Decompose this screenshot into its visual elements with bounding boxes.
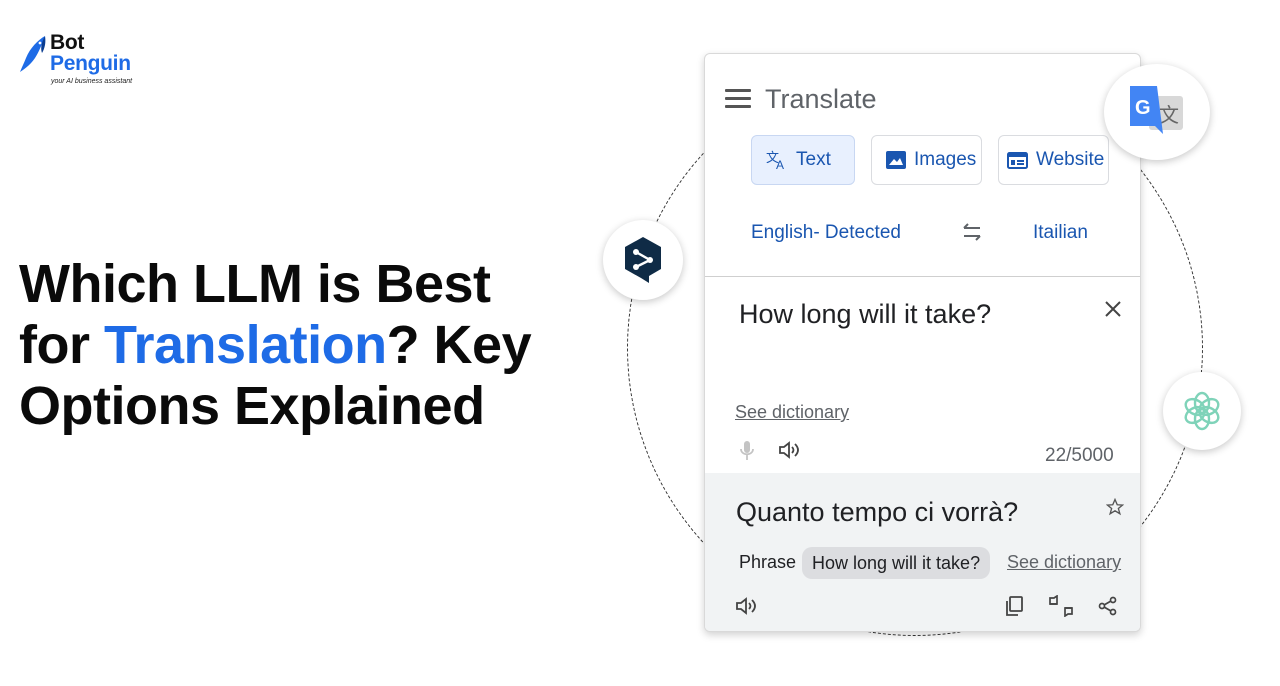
source-language-selector[interactable]: English- Detected: [751, 222, 901, 244]
rate-translation-icon[interactable]: [1048, 595, 1074, 617]
google-translate-icon: 文 G: [1130, 86, 1183, 134]
star-icon[interactable]: [1106, 498, 1124, 516]
translation-result-panel: Quanto tempo ci vorrà? Phrase How long w…: [705, 473, 1140, 631]
headline-line2-prefix: for: [19, 315, 104, 375]
headline-line3: Options Explained: [19, 376, 485, 436]
botpenguin-logo: Bot Penguin your AI business assistant: [18, 30, 148, 90]
translated-text: Quanto tempo ci vorrà?: [736, 497, 1019, 527]
microphone-icon[interactable]: [739, 440, 755, 462]
tab-images-label: Images: [914, 149, 977, 170]
deepl-bubble: [603, 220, 683, 300]
phrase-chip[interactable]: How long will it take?: [802, 547, 991, 579]
tab-text-label: Text: [796, 149, 831, 170]
page-headline: Which LLM is Best for Translation? Key O…: [19, 254, 579, 437]
svg-text:A: A: [776, 158, 784, 170]
close-icon[interactable]: [1104, 300, 1122, 318]
headline-line1: Which LLM is Best: [19, 254, 491, 314]
website-icon: [1007, 151, 1028, 169]
brand-name-line2: Penguin: [50, 52, 131, 75]
svg-text:G: G: [1135, 97, 1151, 119]
penguin-bird-icon: [20, 36, 46, 72]
image-icon: [886, 151, 906, 169]
speaker-icon[interactable]: [778, 440, 802, 460]
openai-bubble: [1163, 372, 1241, 450]
headline-highlight: Translation: [104, 315, 387, 375]
copy-icon[interactable]: [1005, 596, 1023, 616]
character-count: 22/5000: [1045, 445, 1114, 466]
translate-icon: 文 A: [766, 151, 784, 170]
source-text-input[interactable]: How long will it take?: [739, 299, 991, 330]
swap-languages-icon[interactable]: [961, 222, 983, 242]
section-divider: [705, 276, 1140, 277]
speaker-icon[interactable]: [735, 596, 759, 616]
target-language-selector[interactable]: Itailian: [1033, 222, 1088, 244]
hamburger-menu-icon[interactable]: [725, 89, 751, 109]
google-translate-bubble: 文 G: [1104, 64, 1210, 160]
phrase-label: Phrase: [739, 552, 797, 572]
share-icon[interactable]: [1098, 596, 1118, 616]
tab-images[interactable]: Images: [871, 135, 982, 185]
brand-tagline: your AI business assistant: [51, 78, 133, 85]
tab-website-label: Website: [1036, 149, 1105, 170]
openai-icon: [1184, 391, 1220, 431]
deepl-icon: [625, 237, 661, 283]
tab-text[interactable]: 文 A Text: [751, 135, 855, 185]
headline-line2-suffix: ? Key: [386, 315, 532, 375]
translate-card: Translate 文 A Text Images Website Englis…: [704, 53, 1141, 632]
see-dictionary-link[interactable]: See dictionary: [735, 402, 849, 423]
svg-text:文: 文: [1159, 103, 1179, 127]
app-title: Translate: [765, 84, 877, 114]
tab-website[interactable]: Website: [998, 135, 1109, 185]
see-dictionary-link-result[interactable]: See dictionary: [1007, 552, 1121, 573]
